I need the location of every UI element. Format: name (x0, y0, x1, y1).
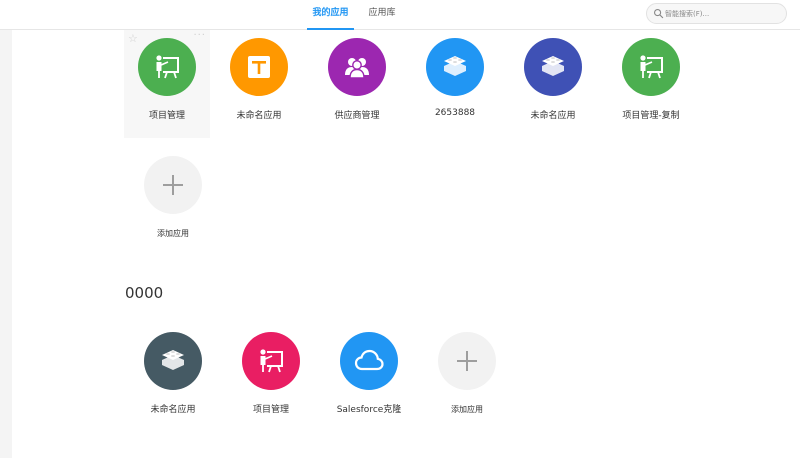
add-app-button[interactable]: 添加应用 (124, 148, 222, 256)
more-icon[interactable]: ··· (193, 30, 206, 41)
layers-icon (162, 350, 184, 370)
add-app-circle (144, 156, 202, 214)
presentation-icon (640, 55, 663, 79)
add-app-label: 添加应用 (451, 405, 483, 414)
app-icon-circle (138, 38, 196, 96)
search-box[interactable] (646, 3, 787, 24)
app-icon-circle (340, 332, 398, 390)
presentation-icon (260, 349, 283, 373)
group-title: 0000 (125, 284, 164, 302)
app-label: 未命名应用 (236, 111, 282, 121)
app-label: 2653888 (434, 108, 476, 118)
app-icon-circle (328, 38, 386, 96)
app-icon-circle (426, 38, 484, 96)
app-icon-circle (622, 38, 680, 96)
presentation-icon (156, 55, 179, 79)
app-icon-circle (144, 332, 202, 390)
layers-icon (542, 56, 564, 76)
app-tile[interactable]: Salesforce克隆 (320, 324, 418, 432)
app-tile[interactable]: 供应商管理 (308, 30, 406, 138)
search-input[interactable] (665, 6, 783, 22)
app-icon-circle (230, 38, 288, 96)
app-grid-default-add: 添加应用 (124, 148, 222, 256)
add-app-label: 添加应用 (157, 229, 189, 238)
top-bar: 我的应用 应用库 (0, 0, 800, 30)
plus-icon (163, 175, 183, 195)
tab-app-library[interactable]: 应用库 (364, 0, 400, 30)
app-tile[interactable]: 项目管理 (222, 324, 320, 432)
app-workspace: ☆ ··· 项目管理 未命名应用 供应商管理 2653888 未命名应用 项目管… (12, 30, 800, 458)
layers-icon (444, 56, 466, 76)
search-icon (654, 9, 664, 19)
app-label: 项目管理 (252, 405, 289, 415)
app-tile[interactable]: 项目管理-复制 (602, 30, 700, 138)
app-label: 项目管理-复制 (622, 111, 680, 121)
app-grid-default: ☆ ··· 项目管理 未命名应用 供应商管理 2653888 未命名应用 项目管… (124, 30, 700, 138)
app-tile[interactable]: 未命名应用 (210, 30, 308, 138)
app-tile[interactable]: 未命名应用 (124, 324, 222, 432)
star-icon[interactable]: ☆ (128, 32, 138, 45)
app-label: 未命名应用 (530, 111, 576, 121)
app-label: Salesforce克隆 (336, 405, 402, 415)
app-label: 未命名应用 (150, 405, 196, 415)
app-tile[interactable]: 未命名应用 (504, 30, 602, 138)
add-app-button[interactable]: 添加应用 (418, 324, 516, 432)
app-label: 供应商管理 (334, 111, 380, 121)
app-icon-circle (524, 38, 582, 96)
cloud-icon (354, 349, 384, 371)
users-icon (345, 58, 369, 79)
app-grid-group-0000: 未命名应用 项目管理 Salesforce克隆 添加应用 (124, 324, 516, 432)
plus-icon (457, 351, 477, 371)
add-app-circle (438, 332, 496, 390)
app-icon-circle (242, 332, 300, 390)
app-tile[interactable]: 2653888 (406, 30, 504, 138)
cross-square-icon (248, 56, 270, 78)
app-label: 项目管理 (148, 111, 185, 121)
tab-my-apps[interactable]: 我的应用 (307, 0, 354, 30)
app-tile[interactable]: ☆ ··· 项目管理 (124, 30, 210, 138)
